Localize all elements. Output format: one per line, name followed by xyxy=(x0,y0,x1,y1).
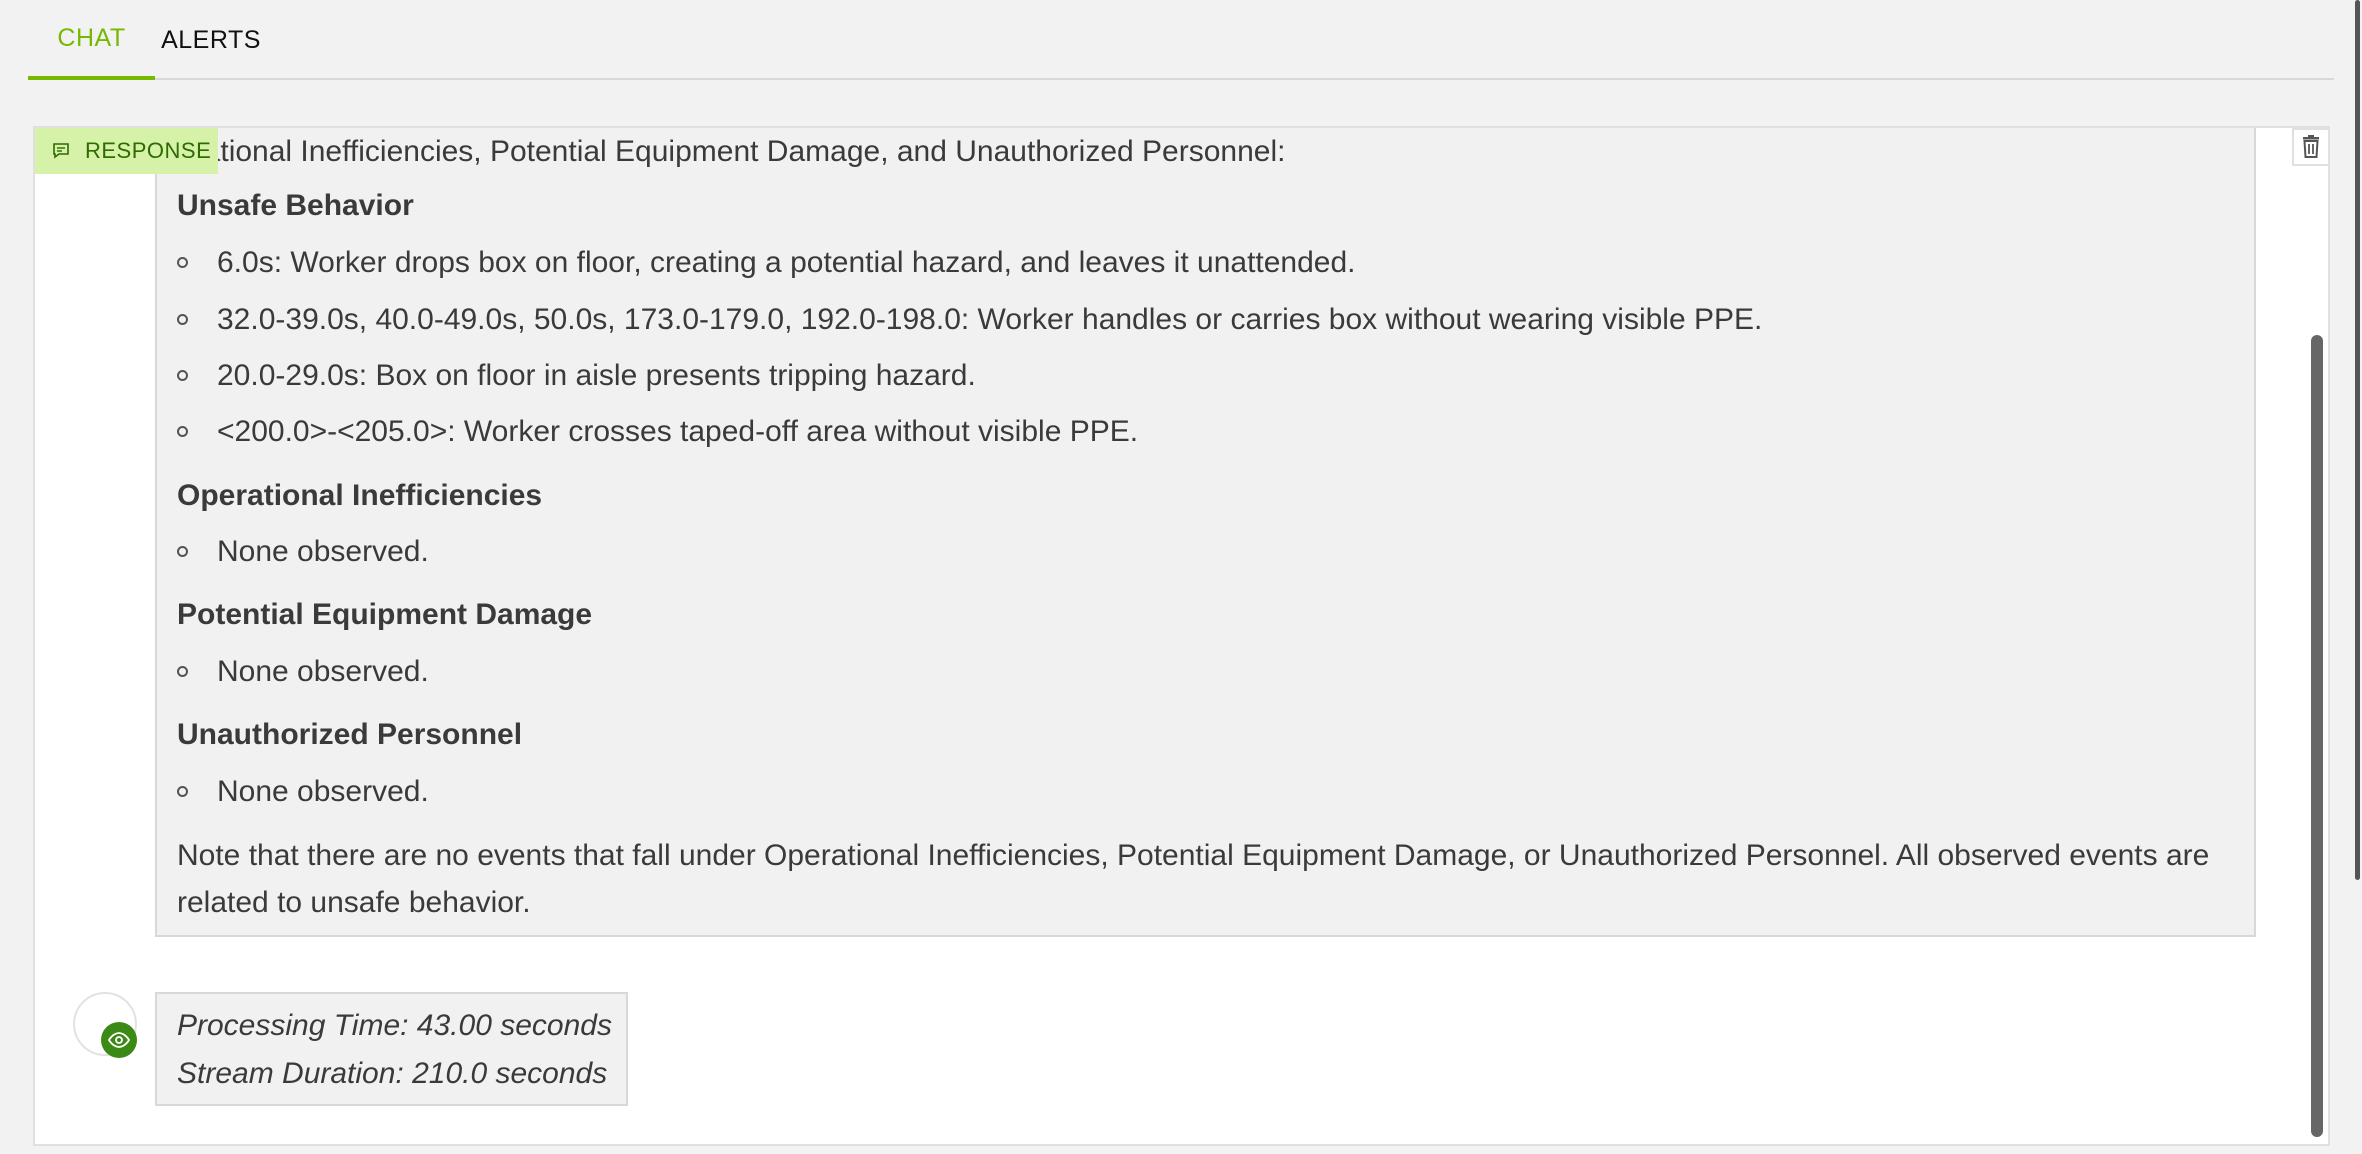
page-scrollbar[interactable] xyxy=(2355,0,2360,880)
list-item: <200.0>-<205.0>: Worker crosses taped-of… xyxy=(177,408,1138,455)
bullet-icon xyxy=(177,370,188,381)
list-item-text: 20.0-29.0s: Box on floor in aisle presen… xyxy=(217,359,976,392)
bullet-icon xyxy=(177,786,188,797)
list-item: None observed. xyxy=(177,528,429,575)
section-title-potential-equipment-damage: Potential Equipment Damage xyxy=(177,598,593,631)
bullet-icon xyxy=(177,426,188,437)
bullet-icon xyxy=(177,314,188,325)
tab-chat[interactable]: CHAT xyxy=(28,0,155,80)
processing-time: Processing Time: 43.00 seconds xyxy=(177,1009,612,1042)
message-icon xyxy=(53,143,69,159)
delete-button[interactable] xyxy=(2292,128,2328,166)
list-item-text: None observed. xyxy=(217,535,429,568)
response-badge: RESPONSE xyxy=(35,128,218,174)
list-item-text: 32.0-39.0s, 40.0-49.0s, 50.0s, 173.0-179… xyxy=(217,303,1763,336)
response-first-line: erational Inefficiencies, Potential Equi… xyxy=(177,135,1286,168)
chat-panel: erational Inefficiencies, Potential Equi… xyxy=(33,126,2330,1146)
list-item: 6.0s: Worker drops box on floor, creatin… xyxy=(177,239,1356,286)
trash-icon xyxy=(2303,135,2319,158)
avatar xyxy=(73,992,137,1058)
tab-bar: CHAT ALERTS xyxy=(28,0,2334,80)
list-item: 32.0-39.0s, 40.0-49.0s, 50.0s, 173.0-179… xyxy=(177,296,1762,343)
bullet-icon xyxy=(177,257,188,268)
bullet-icon xyxy=(177,546,188,557)
list-item-text: None observed. xyxy=(217,775,429,808)
tab-alerts[interactable]: ALERTS xyxy=(155,0,267,80)
scrollbar[interactable] xyxy=(2311,335,2323,1137)
list-item: 20.0-29.0s: Box on floor in aisle presen… xyxy=(177,352,976,399)
response-badge-label: RESPONSE xyxy=(85,138,212,163)
section-title-unsafe-behavior: Unsafe Behavior xyxy=(177,189,414,222)
bullet-icon xyxy=(177,666,188,677)
stream-duration: Stream Duration: 210.0 seconds xyxy=(177,1057,608,1090)
list-item-text: 6.0s: Worker drops box on floor, creatin… xyxy=(217,246,1356,279)
list-item: None observed. xyxy=(177,648,429,695)
list-item: None observed. xyxy=(177,768,429,815)
list-item-text: None observed. xyxy=(217,655,429,688)
response-message: erational Inefficiencies, Potential Equi… xyxy=(155,128,2256,937)
section-title-unauthorized-personnel: Unauthorized Personnel xyxy=(177,718,523,751)
processing-info: Processing Time: 43.00 seconds Stream Du… xyxy=(155,992,628,1106)
list-item-text: <200.0>-<205.0>: Worker crosses taped-of… xyxy=(217,415,1139,448)
response-note: Note that there are no events that fall … xyxy=(177,839,2210,919)
nvidia-eye-icon xyxy=(101,1022,137,1058)
section-title-operational-inefficiencies: Operational Inefficiencies xyxy=(177,479,543,512)
